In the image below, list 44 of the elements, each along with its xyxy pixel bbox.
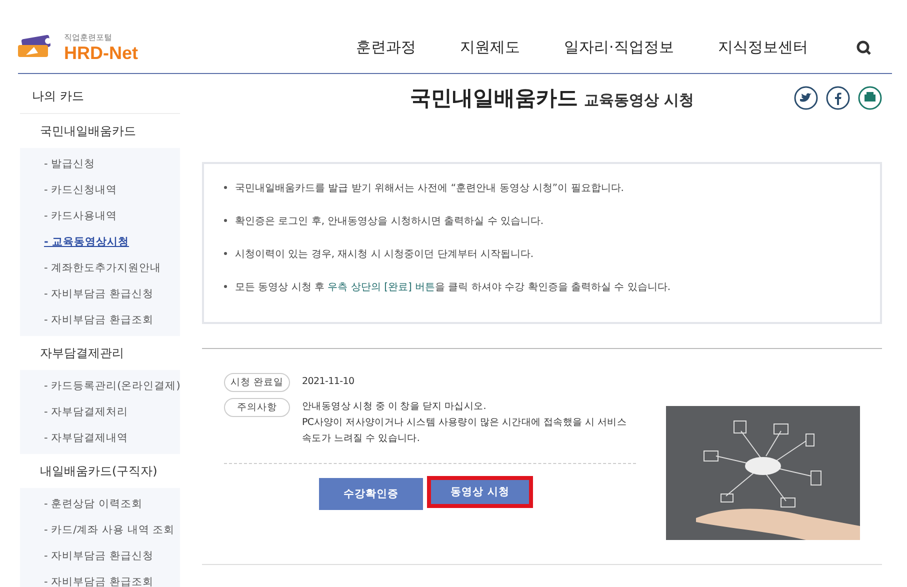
- info-text: PC사양이 저사양이거나 시스템 사용량이 많은 시간대에 접속했을 시 서비스 속도가 느려질 수 있습니다.: [302, 416, 628, 446]
- sidebar-item[interactable]: - 발급신청: [20, 151, 180, 177]
- sidebar-item[interactable]: - 자비부담금 환급신청: [20, 543, 180, 569]
- sidebar-title: 나의 카드: [20, 74, 180, 114]
- sidebar-item[interactable]: - 카드등록관리(온라인결제): [20, 373, 180, 399]
- sidebar-item[interactable]: - 카드신청내역: [20, 177, 180, 203]
- bullet-icon: [224, 186, 227, 189]
- watch-video-button[interactable]: 동영상 시청: [427, 476, 533, 508]
- nav-link[interactable]: 훈련과정: [356, 38, 416, 57]
- twitter-icon[interactable]: [794, 86, 818, 110]
- search-icon[interactable]: [856, 40, 872, 56]
- certificate-button[interactable]: 수강확인증: [319, 478, 423, 510]
- sidebar-item[interactable]: - 자비부담금 환급조회: [20, 569, 180, 587]
- sidebar-item[interactable]: - 카드/계좌 사용 내역 조회: [20, 517, 180, 543]
- sidebar-group-title[interactable]: 내일배움카드(구직자): [20, 454, 180, 488]
- sidebar-item[interactable]: - 교육동영상시청: [20, 229, 180, 255]
- sidebar-item[interactable]: - 자비부담금 환급조회: [20, 307, 180, 333]
- sidebar-item[interactable]: - 훈련상담 이력조회: [20, 491, 180, 517]
- logo-tagline: 직업훈련포털: [64, 32, 113, 42]
- page-subtitle: 교육동영상 시청: [584, 91, 694, 109]
- info-label: 주의사항: [224, 398, 290, 417]
- facebook-icon[interactable]: [826, 86, 850, 110]
- bullet-icon: [224, 252, 227, 255]
- info-text: 안내동영상 시청 중 이 창을 닫지 마십시오.: [302, 400, 487, 414]
- sidebar-group-title[interactable]: 국민내일배움카드: [20, 114, 180, 148]
- notice-text: 시청이력이 있는 경우, 재시청 시 시청중이던 단계부터 시작됩니다.: [224, 244, 860, 277]
- notice-text: 확인증은 로그인 후, 안내동영상을 시청하시면 출력하실 수 있습니다.: [224, 211, 860, 244]
- sidebar-item[interactable]: - 자부담결제처리: [20, 399, 180, 425]
- bullet-icon: [224, 218, 227, 222]
- page-title: 국민내일배움카드 교육동영상 시청: [410, 85, 694, 112]
- nav-link[interactable]: 지원제도: [460, 38, 520, 57]
- notice-text: 국민내일배움카드를 발급 받기 위해서는 사전에 “훈련안내 동영상 시청”이 필요합니다.: [224, 178, 860, 211]
- sidebar-item[interactable]: - 계좌한도추가지원안내: [20, 255, 180, 281]
- bullet-icon: [224, 284, 227, 288]
- info-label: 시청 완료일: [224, 373, 290, 392]
- sidebar-item[interactable]: - 자부담결제내역: [20, 425, 180, 451]
- nav-link[interactable]: 지식정보센터: [718, 38, 808, 57]
- print-icon[interactable]: [858, 86, 882, 110]
- sidebar-group-title[interactable]: 자부담결제관리: [20, 336, 180, 370]
- info-text: 2021-11-10: [302, 375, 354, 389]
- nav-link[interactable]: 일자리·직업정보: [564, 38, 674, 57]
- sidebar-item[interactable]: - 자비부담금 환급신청: [20, 281, 180, 307]
- sidebar-item[interactable]: - 카드사용내역: [20, 203, 180, 229]
- notice-text: 모든 동영상 시청 후 우측 상단의 [완료] 버튼을 클릭 하셔야 수강 확인증을 출력하실 수 있습니다.: [224, 277, 860, 310]
